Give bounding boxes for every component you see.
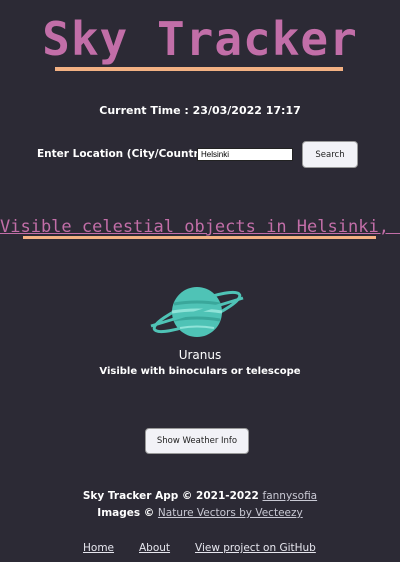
heading-underline <box>23 236 376 239</box>
location-label: Enter Location (City/Country): <box>37 148 215 160</box>
search-button[interactable]: Search <box>302 141 358 168</box>
nav-github-link[interactable]: View project on GitHub <box>195 542 316 554</box>
object-name: Uranus <box>178 348 222 362</box>
title-underline <box>55 67 343 71</box>
location-input[interactable] <box>197 148 293 161</box>
vecteezy-link[interactable]: Nature Vectors by Vecteezy <box>158 507 303 519</box>
images-credit-text: Images © <box>97 507 155 519</box>
author-link[interactable]: fannysofia <box>263 490 318 502</box>
nav-home-link[interactable]: Home <box>83 542 114 554</box>
show-weather-button[interactable]: Show Weather Info <box>145 428 249 454</box>
app-title: Sky Tracker <box>42 12 358 66</box>
object-visibility: Visible with binoculars or telescope <box>99 366 301 377</box>
nav-about-link[interactable]: About <box>139 542 170 554</box>
copyright-text: Sky Tracker App © 2021-2022 <box>82 490 259 502</box>
current-time: Current Time : 23/03/2022 17:17 <box>99 104 301 117</box>
uranus-planet-icon <box>150 287 244 337</box>
images-credit-line: Images © Nature Vectors by Vecteezy <box>0 507 400 519</box>
copyright-line: Sky Tracker App © 2021-2022 fannysofia <box>0 490 400 502</box>
